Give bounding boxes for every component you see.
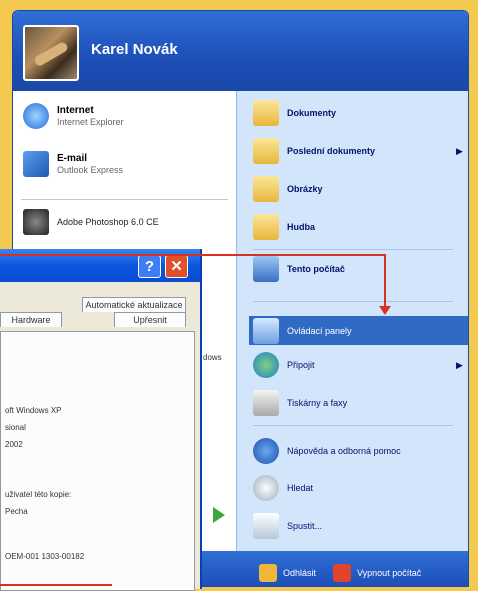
submenu-arrow-icon: ▶ [456, 146, 463, 156]
right-item-my-computer[interactable]: Tento počítač [253, 256, 345, 282]
divider [21, 199, 228, 200]
os-edition: sional [5, 423, 26, 432]
connect-icon [253, 352, 279, 378]
right-item-printers[interactable]: Tiskárny a faxy [253, 390, 347, 416]
pictures-folder-icon [253, 176, 279, 202]
my-computer-icon [253, 256, 279, 282]
system-properties-dialog: ? ✕ Automatické aktualizace Hardware Upř… [0, 249, 202, 591]
submenu-arrow-icon: ▶ [456, 360, 463, 370]
tab-automatic-updates[interactable]: Automatické aktualizace [82, 297, 186, 312]
divider [253, 301, 453, 302]
annotation-arrow [384, 254, 386, 309]
os-version: 2002 [5, 440, 23, 449]
right-item-pictures[interactable]: Obrázky [253, 176, 323, 202]
registered-to-label: uživatel této kopie: [5, 490, 72, 499]
logoff-button[interactable]: Odhlásit [259, 564, 316, 582]
play-icon [213, 507, 225, 523]
run-icon [253, 513, 279, 539]
right-item-run[interactable]: Spustit... [253, 513, 322, 539]
outlook-express-icon [23, 151, 49, 177]
pinned-item-email[interactable]: E-mail Outlook Express [23, 151, 123, 177]
start-menu-header: Karel Novák [13, 11, 468, 91]
user-name: Karel Novák [91, 41, 178, 58]
printer-icon [253, 390, 279, 416]
product-id: OEM-001 1303-00182 [5, 552, 85, 561]
arrow-head-icon [379, 306, 391, 315]
internet-explorer-icon [23, 103, 49, 129]
annotation-line [0, 584, 112, 586]
tab-hardware[interactable]: Hardware [0, 312, 62, 327]
tab-advanced[interactable]: Upřesnit [114, 312, 186, 327]
dialog-body: oft Windows XP sional 2002 uživatel této… [0, 331, 195, 591]
right-item-recent-documents[interactable]: Poslední dokumenty [253, 138, 375, 164]
pinned-item-internet[interactable]: Internet Internet Explorer [23, 103, 124, 129]
right-item-help[interactable]: Nápověda a odborná pomoc [253, 438, 401, 464]
folder-icon [253, 100, 279, 126]
right-item-search[interactable]: Hledat [253, 475, 313, 501]
desktop-label-peek: dows [203, 353, 222, 362]
right-item-connect[interactable]: Připojit [253, 352, 315, 378]
os-name: oft Windows XP [5, 406, 62, 415]
user-avatar[interactable] [23, 25, 79, 81]
registered-user: Pecha [5, 507, 28, 516]
recent-item-photoshop[interactable]: Adobe Photoshop 6.0 CE [23, 209, 159, 235]
logoff-icon [259, 564, 277, 582]
recent-documents-icon [253, 138, 279, 164]
photoshop-icon [23, 209, 49, 235]
search-icon [253, 475, 279, 501]
magazine-frame [0, 0, 478, 10]
shutdown-button[interactable]: Vypnout počítač [333, 564, 421, 582]
music-folder-icon [253, 214, 279, 240]
right-item-control-panel[interactable]: Ovládací panely [253, 318, 352, 344]
control-panel-icon [253, 318, 279, 344]
help-icon[interactable]: ? [138, 255, 161, 278]
guitar-picture-icon [32, 40, 70, 68]
right-item-documents[interactable]: Dokumenty [253, 100, 336, 126]
help-icon [253, 438, 279, 464]
divider [253, 425, 453, 426]
divider [253, 249, 453, 250]
right-item-music[interactable]: Hudba [253, 214, 315, 240]
annotation-arrow [0, 254, 385, 256]
power-icon [333, 564, 351, 582]
close-icon[interactable]: ✕ [165, 255, 188, 278]
